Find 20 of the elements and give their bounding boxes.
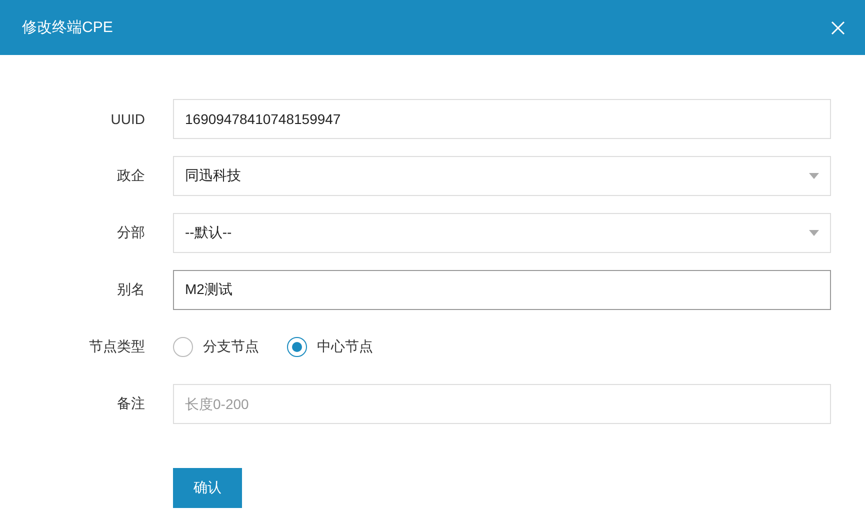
- text-field[interactable]: M2测试: [173, 270, 831, 310]
- radio-button[interactable]: [287, 337, 307, 357]
- close-icon[interactable]: [831, 20, 845, 34]
- field-label: 备注: [116, 395, 145, 413]
- dropdown[interactable]: --默认--: [173, 213, 831, 253]
- radio-button[interactable]: [173, 337, 193, 357]
- dialog-title: 修改终端CPE: [22, 18, 113, 37]
- text-field[interactable]: 16909478410748159947: [173, 99, 831, 139]
- field-label: 别名: [116, 281, 145, 299]
- confirm-button[interactable]: 确认: [173, 468, 242, 508]
- caret-icon: [809, 173, 819, 179]
- field-label: 节点类型: [88, 338, 145, 356]
- dropdown[interactable]: 同迅科技: [173, 156, 831, 196]
- field-label: 分部: [116, 224, 145, 242]
- field-label: UUID: [110, 111, 145, 127]
- radio-option[interactable]: 中心节点: [287, 337, 373, 357]
- caret-icon: [809, 230, 819, 236]
- field-label: 政企: [116, 167, 145, 185]
- text-field[interactable]: 长度0-200: [173, 384, 831, 424]
- radio-option[interactable]: 分支节点: [173, 337, 259, 357]
